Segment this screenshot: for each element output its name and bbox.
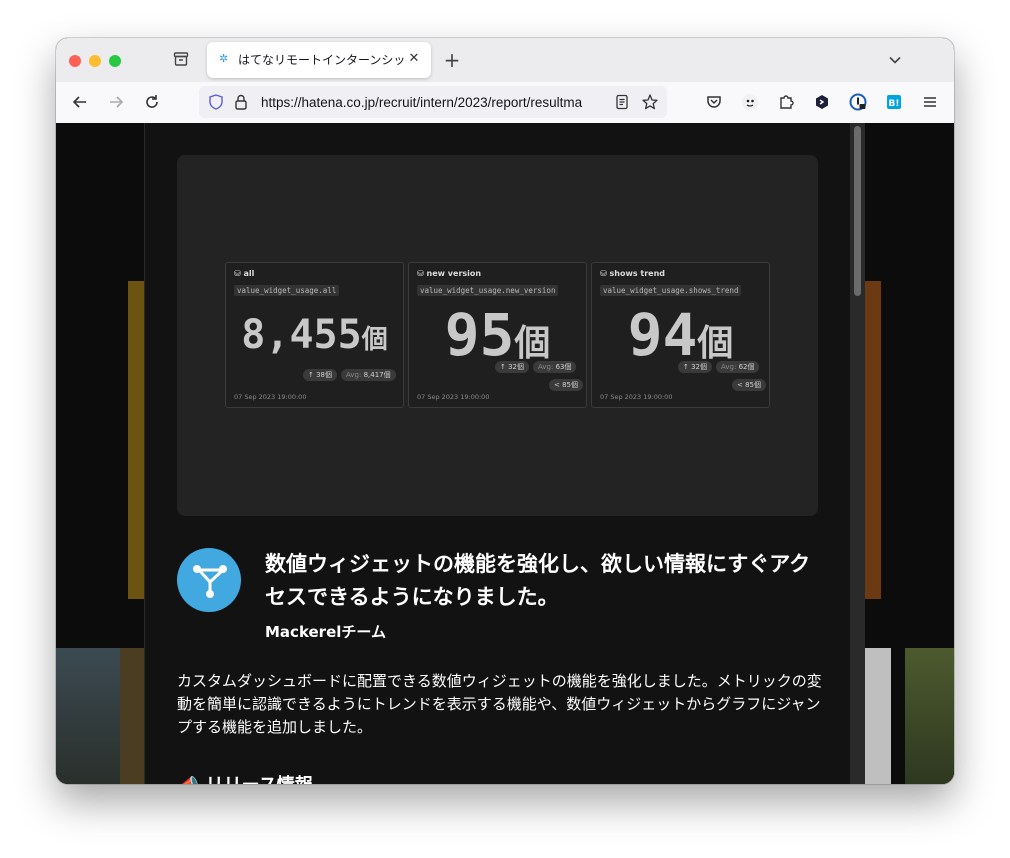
- svg-text:B!: B!: [889, 99, 900, 109]
- value-widget-shows-trend: ⛁ shows trend value_widget_usage.shows_t…: [591, 262, 770, 408]
- tab-active[interactable]: ✲ はてなリモートインターンシップ2023 ✕: [207, 42, 431, 78]
- widget-diff-badge: ↑ 32個: [678, 361, 712, 373]
- widget-timestamp: 07 Sep 2023 19:00:00: [234, 393, 307, 401]
- widget-metric-name: value_widget_usage.shows_trend: [600, 285, 742, 296]
- widget-title: ⛁ all: [234, 269, 255, 278]
- reload-icon[interactable]: [142, 92, 162, 112]
- article-panel: ⛁ all value_widget_usage.all 8,455個 ↑ 38…: [144, 123, 851, 784]
- password-manager-icon[interactable]: [848, 92, 868, 112]
- screenshot-image: ⛁ all value_widget_usage.all 8,455個 ↑ 38…: [177, 155, 818, 516]
- tab-bar: ✲ はてなリモートインターンシップ2023 ✕ +: [56, 38, 954, 82]
- tab-groups-icon[interactable]: [172, 50, 190, 68]
- new-tab-button[interactable]: +: [442, 50, 462, 70]
- pocket-icon[interactable]: [704, 92, 724, 112]
- widget-title: ⛁ new version: [417, 269, 482, 278]
- hexagon-extension-icon[interactable]: [812, 92, 832, 112]
- close-tab-icon[interactable]: ✕: [406, 51, 422, 67]
- background-photo-right: [865, 281, 881, 599]
- widget-avg-badge: Avg: 8,417個: [341, 369, 396, 381]
- hatena-bookmark-icon[interactable]: B!: [884, 92, 904, 112]
- reader-view-icon[interactable]: [613, 93, 631, 111]
- background-photo-left: [128, 281, 144, 599]
- shield-icon[interactable]: [207, 93, 225, 111]
- scrollbar-thumb[interactable]: [854, 126, 861, 296]
- widget-diff-badge: ↑ 32個: [495, 361, 529, 373]
- menu-hamburger-icon[interactable]: [920, 92, 940, 112]
- background-photo-bottom-right: [865, 648, 891, 784]
- chevron-down-icon[interactable]: [885, 50, 905, 70]
- widget-title: ⛁ shows trend: [600, 269, 666, 278]
- lock-icon[interactable]: [232, 93, 250, 111]
- widget-diff-badge: ↑ 38個: [303, 369, 337, 381]
- background-photo-bottom-right-2: [905, 648, 954, 784]
- widget-value: 8,455個: [241, 312, 388, 358]
- team-name: Mackerelチーム: [265, 623, 386, 641]
- url-field[interactable]: https://hatena.co.jp/recruit/intern/2023…: [261, 94, 609, 111]
- forward-arrow-icon[interactable]: [106, 92, 126, 112]
- value-widget-all: ⛁ all value_widget_usage.all 8,455個 ↑ 38…: [225, 262, 404, 408]
- widget-timestamp: 07 Sep 2023 19:00:00: [417, 393, 490, 401]
- widget-max-badge: < 85個: [732, 379, 766, 391]
- browser-window: ✲ はてなリモートインターンシップ2023 ✕ + https://hatena…: [56, 38, 954, 784]
- widget-avg-badge: Avg: 63個: [533, 361, 577, 373]
- mackerel-team-icon: [177, 548, 241, 612]
- article-description: カスタムダッシュボードに配置できる数値ウィジェットの機能を強化しました。メトリッ…: [177, 672, 822, 736]
- extensions-puzzle-icon[interactable]: [776, 92, 796, 112]
- address-bar[interactable]: https://hatena.co.jp/recruit/intern/2023…: [199, 86, 667, 118]
- article-headline: 数値ウィジェットの機能を強化し、欲しい情報にすぐアクセスできるようになりました。: [265, 552, 811, 609]
- background-photo-bottom-left-2: [120, 648, 144, 784]
- widget-metric-name: value_widget_usage.new_version: [417, 285, 559, 296]
- widget-timestamp: 07 Sep 2023 19:00:00: [600, 393, 673, 401]
- zoom-window-button[interactable]: [109, 55, 121, 67]
- web-content[interactable]: ⛁ all value_widget_usage.all 8,455個 ↑ 38…: [56, 123, 954, 784]
- navigation-toolbar: https://hatena.co.jp/recruit/intern/2023…: [56, 82, 954, 124]
- background-photo-bottom-left: [56, 648, 120, 784]
- value-widget-new-version: ⛁ new version value_widget_usage.new_ver…: [408, 262, 587, 408]
- hatena-favicon-icon: ✲: [219, 52, 229, 65]
- bookmark-star-icon[interactable]: [641, 93, 659, 111]
- back-arrow-icon[interactable]: [70, 92, 90, 112]
- widget-metric-name: value_widget_usage.all: [234, 285, 340, 296]
- close-window-button[interactable]: [69, 55, 81, 67]
- section-heading: 📣 リリース情報: [177, 771, 313, 784]
- widget-max-badge: < 85個: [549, 379, 583, 391]
- minimize-window-button[interactable]: [89, 55, 101, 67]
- tab-title: はてなリモートインターンシップ2023: [238, 53, 404, 67]
- widget-avg-badge: Avg: 62個: [716, 361, 760, 373]
- extension-avatar-icon[interactable]: [740, 92, 760, 112]
